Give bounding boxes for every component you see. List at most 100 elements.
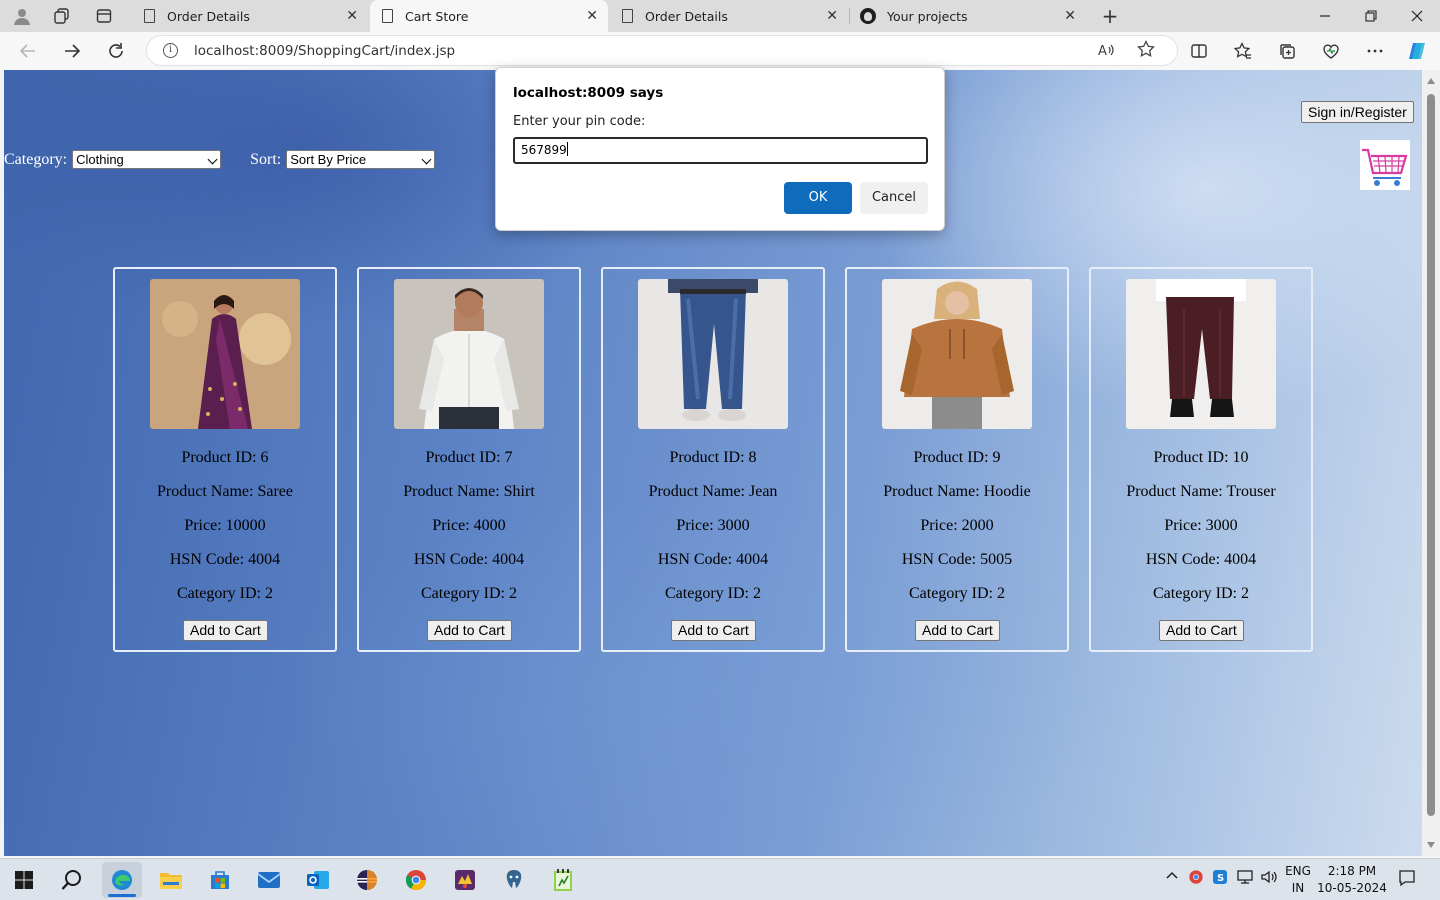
region-code: IN <box>1291 881 1305 895</box>
sort-select[interactable]: Sort By Price <box>286 150 436 169</box>
network-icon[interactable] <box>1236 869 1254 889</box>
dialog-title: localhost:8009 says <box>513 85 664 101</box>
product-id: Product ID: 8 <box>669 449 757 466</box>
close-tab-icon[interactable]: ✕ <box>826 8 838 24</box>
forward-icon[interactable] <box>58 37 86 65</box>
product-hsn: HSN Code: 4004 <box>657 551 769 568</box>
refresh-icon[interactable] <box>102 37 130 65</box>
input-language-indicator[interactable]: ENG IN <box>1282 863 1314 897</box>
read-aloud-icon[interactable]: A <box>1097 41 1115 63</box>
edge-taskbar-icon[interactable] <box>102 862 142 898</box>
product-price: Price: 3000 <box>1164 517 1238 534</box>
product-price: Price: 4000 <box>432 517 506 534</box>
product-name: Product Name: Jean <box>648 483 778 500</box>
shopping-cart-icon[interactable] <box>1360 140 1410 190</box>
category-select[interactable]: Clothing <box>72 150 222 169</box>
game-app-icon[interactable] <box>445 862 485 898</box>
tab-order-details-2[interactable]: Order Details ✕ <box>610 0 848 32</box>
product-card: Product ID: 10 Product Name: Trouser Pri… <box>1089 267 1313 652</box>
tab-actions-icon[interactable] <box>91 4 117 28</box>
close-tab-icon[interactable]: ✕ <box>586 8 598 24</box>
url-text[interactable]: localhost:8009/ShoppingCart/index.jsp <box>194 43 455 59</box>
outlook-icon[interactable] <box>298 862 338 898</box>
scroll-down-icon[interactable] <box>1427 842 1435 848</box>
notifications-icon[interactable] <box>1398 869 1416 891</box>
microsoft-store-icon[interactable] <box>200 862 240 898</box>
clock-time: 2:18 PM <box>1327 864 1377 878</box>
hoodie-photo <box>882 279 1032 429</box>
product-name: Product Name: Trouser <box>1126 483 1276 500</box>
tab-order-details-1[interactable]: Order Details ✕ <box>132 0 368 32</box>
postgresql-icon[interactable] <box>494 862 534 898</box>
filter-bar: Category: Clothing Sort: Sort By Price <box>4 150 436 169</box>
close-tab-icon[interactable]: ✕ <box>346 8 358 24</box>
product-id: Product ID: 7 <box>425 449 513 466</box>
file-explorer-icon[interactable] <box>151 862 191 898</box>
product-price: Price: 10000 <box>184 517 266 534</box>
split-screen-icon[interactable] <box>1186 38 1212 64</box>
chrome-tray-icon[interactable] <box>1188 869 1204 889</box>
copilot-icon[interactable] <box>1404 38 1430 64</box>
page-icon <box>144 9 155 23</box>
tab-strip: Order Details ✕ Cart Store ✕ Order Detai… <box>0 0 1440 32</box>
skype-tray-icon[interactable]: S <box>1212 869 1228 889</box>
shirt-photo <box>394 279 544 429</box>
eclipse-icon[interactable] <box>347 862 387 898</box>
product-price: Price: 3000 <box>676 517 750 534</box>
category-label: Category: <box>4 150 68 168</box>
search-icon[interactable] <box>52 862 92 898</box>
tab-your-projects[interactable]: Your projects ✕ <box>848 0 1086 32</box>
page-scrollbar[interactable] <box>1422 70 1440 856</box>
workspaces-icon[interactable] <box>49 4 75 28</box>
profile-icon[interactable] <box>9 4 35 28</box>
show-hidden-icons-icon[interactable] <box>1165 869 1179 887</box>
sort-label: Sort: <box>250 150 282 168</box>
cancel-button[interactable]: Cancel <box>860 182 928 214</box>
collections-icon[interactable] <box>1274 38 1300 64</box>
minimize-icon[interactable] <box>1302 0 1348 32</box>
add-to-cart-button[interactable]: Add to Cart <box>915 620 1000 641</box>
sign-in-register-button[interactable]: Sign in/Register <box>1301 101 1414 123</box>
tab-cart-store[interactable]: Cart Store ✕ <box>370 0 608 32</box>
restore-icon[interactable] <box>1348 0 1394 32</box>
navigation-bar: i localhost:8009/ShoppingCart/index.jsp … <box>0 32 1440 70</box>
add-to-cart-button[interactable]: Add to Cart <box>427 620 512 641</box>
volume-icon[interactable] <box>1260 869 1278 889</box>
svg-text:A: A <box>1098 44 1107 59</box>
browser-essentials-icon[interactable] <box>1318 38 1344 64</box>
more-options-icon[interactable] <box>1362 38 1388 64</box>
site-info-icon[interactable]: i <box>163 43 178 58</box>
pin-code-value: 567899 <box>521 143 567 157</box>
add-favorite-icon[interactable] <box>1137 39 1155 63</box>
product-category: Category ID: 2 <box>421 585 517 602</box>
pin-code-input[interactable]: 567899 <box>513 137 928 164</box>
ok-button[interactable]: OK <box>784 182 852 214</box>
saree-photo <box>150 279 300 429</box>
scroll-up-icon[interactable] <box>1427 78 1435 84</box>
scrollbar-thumb[interactable] <box>1427 94 1435 816</box>
github-icon <box>860 8 876 24</box>
address-bar[interactable]: i localhost:8009/ShoppingCart/index.jsp … <box>146 35 1178 66</box>
add-to-cart-button[interactable]: Add to Cart <box>183 620 268 641</box>
product-card: Product ID: 6 Product Name: Saree Price:… <box>113 267 337 652</box>
mail-icon[interactable] <box>249 862 289 898</box>
back-icon[interactable] <box>14 37 42 65</box>
chrome-icon[interactable] <box>396 862 436 898</box>
sort-selected-value: Sort By Price <box>290 152 367 167</box>
jeans-photo <box>638 279 788 429</box>
system-clock[interactable]: 2:18 PM 10-05-2024 <box>1316 863 1388 897</box>
product-id: Product ID: 6 <box>181 449 269 466</box>
start-icon[interactable] <box>4 862 44 898</box>
product-hsn: HSN Code: 4004 <box>413 551 525 568</box>
product-price: Price: 2000 <box>920 517 994 534</box>
favorites-icon[interactable] <box>1230 38 1256 64</box>
close-tab-icon[interactable]: ✕ <box>1064 8 1076 24</box>
product-hsn: HSN Code: 4004 <box>169 551 281 568</box>
add-to-cart-button[interactable]: Add to Cart <box>671 620 756 641</box>
product-card: Product ID: 7 Product Name: Shirt Price:… <box>357 267 581 652</box>
add-to-cart-button[interactable]: Add to Cart <box>1159 620 1244 641</box>
notepad-icon[interactable] <box>543 862 583 898</box>
new-tab-button[interactable]: + <box>1098 4 1122 28</box>
close-window-icon[interactable] <box>1394 0 1440 32</box>
page-icon <box>382 9 393 23</box>
